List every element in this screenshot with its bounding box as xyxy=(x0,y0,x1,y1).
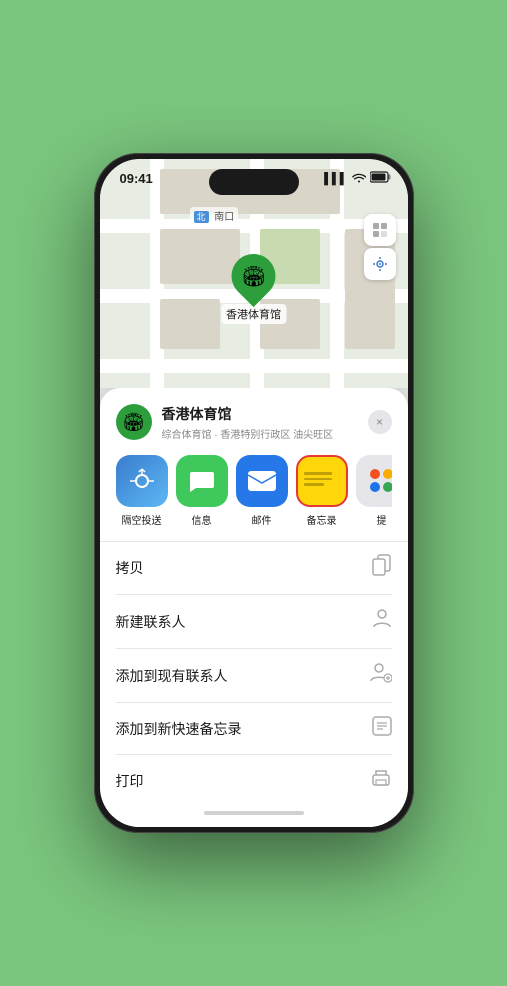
share-row: 隔空投送 信息 xyxy=(116,455,392,527)
message-label: 信息 xyxy=(192,512,212,527)
action-new-contact-label: 新建联系人 xyxy=(116,612,186,632)
mail-icon xyxy=(236,455,288,507)
share-more[interactable]: 提 xyxy=(356,455,392,527)
map-controls xyxy=(364,214,396,280)
action-copy[interactable]: 拷贝 xyxy=(116,541,392,595)
location-venue-icon: 🏟 xyxy=(116,404,152,440)
close-button[interactable]: × xyxy=(368,410,392,434)
note-icon xyxy=(372,716,392,741)
home-indicator xyxy=(116,799,392,827)
action-quick-note-label: 添加到新快速备忘录 xyxy=(116,719,242,739)
share-notes[interactable]: 备忘录 xyxy=(296,455,348,527)
signal-icon: ▌▌▌ xyxy=(324,173,347,185)
location-name: 香港体育馆 xyxy=(162,404,368,424)
message-icon xyxy=(176,455,228,507)
battery-icon xyxy=(370,171,392,186)
action-quick-note[interactable]: 添加到新快速备忘录 xyxy=(116,703,392,755)
action-add-contact-label: 添加到现有联系人 xyxy=(116,666,228,686)
status-time: 09:41 xyxy=(120,171,153,186)
location-pin: 🏟 香港体育馆 xyxy=(221,254,286,324)
notes-label: 备忘录 xyxy=(307,512,337,527)
share-message[interactable]: 信息 xyxy=(176,455,228,527)
person-icon xyxy=(372,608,392,635)
action-new-contact[interactable]: 新建联系人 xyxy=(116,595,392,649)
location-info: 香港体育馆 综合体育馆 · 香港特别行政区 油尖旺区 xyxy=(162,404,368,441)
copy-icon xyxy=(372,554,392,581)
location-button[interactable] xyxy=(364,248,396,280)
dynamic-island xyxy=(209,169,299,195)
action-add-contact[interactable]: 添加到现有联系人 xyxy=(116,649,392,703)
bottom-sheet: 🏟 香港体育馆 综合体育馆 · 香港特别行政区 油尖旺区 × xyxy=(100,388,408,828)
map-type-button[interactable] xyxy=(364,214,396,246)
location-subtitle: 综合体育馆 · 香港特别行政区 油尖旺区 xyxy=(162,426,368,441)
action-print-label: 打印 xyxy=(116,771,144,791)
more-label: 提 xyxy=(377,512,387,527)
road-label: 北 南口 xyxy=(190,207,239,224)
person-add-icon xyxy=(370,662,392,689)
location-header: 🏟 香港体育馆 综合体育馆 · 香港特别行政区 油尖旺区 × xyxy=(116,404,392,441)
mail-label: 邮件 xyxy=(252,512,272,527)
share-airdrop[interactable]: 隔空投送 xyxy=(116,455,168,527)
phone-frame: 09:41 ▌▌▌ xyxy=(94,153,414,833)
more-icon xyxy=(356,455,392,507)
wifi-icon xyxy=(352,172,366,186)
airdrop-label: 隔空投送 xyxy=(122,512,162,527)
status-icons: ▌▌▌ xyxy=(324,171,391,186)
action-print[interactable]: 打印 xyxy=(116,755,392,799)
phone-screen: 09:41 ▌▌▌ xyxy=(100,159,408,827)
airdrop-icon xyxy=(116,455,168,507)
print-icon xyxy=(370,768,392,793)
notes-icon xyxy=(296,455,348,507)
home-bar xyxy=(204,811,304,815)
action-copy-label: 拷贝 xyxy=(116,558,144,578)
share-mail[interactable]: 邮件 xyxy=(236,455,288,527)
